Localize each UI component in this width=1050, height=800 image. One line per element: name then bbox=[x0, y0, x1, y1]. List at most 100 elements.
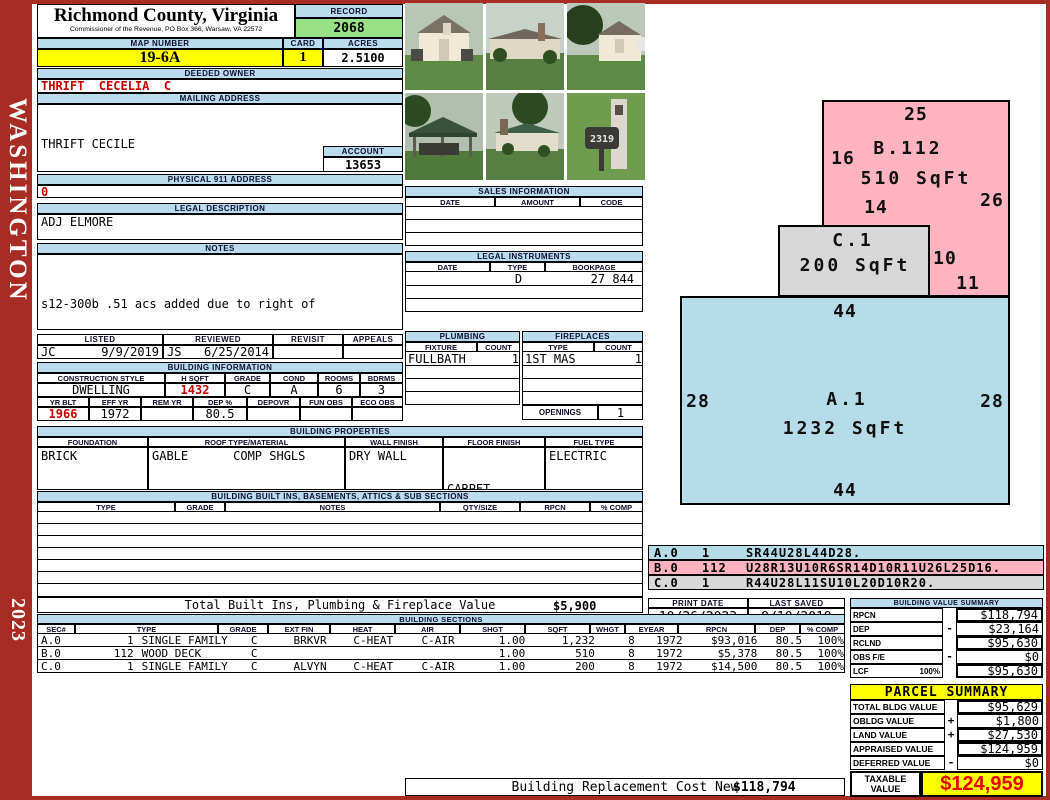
dim-b-right: 26 bbox=[980, 190, 1004, 211]
vector-row-b: B.0 112 U28R13U10R6SR14D10R11U26L25D16. bbox=[648, 560, 1044, 575]
funobs-label: FUN OBS bbox=[300, 397, 352, 407]
parcel-value: $27,530 bbox=[957, 728, 1043, 742]
parcel-label: OBLDG VALUE bbox=[850, 714, 945, 728]
appeals-label: APPEALS bbox=[343, 334, 403, 345]
building-info-values2: 1966 1972 80.5 bbox=[37, 407, 403, 421]
sales-empty-row bbox=[405, 220, 643, 233]
building-section-row: B.0 112 WOOD DECK C 1.00 510 8 1972 $5,3… bbox=[37, 647, 845, 660]
plumbing-empty-row bbox=[405, 379, 520, 392]
fireplace-empty-row bbox=[522, 392, 643, 405]
sketch-b-name: B.112 bbox=[873, 138, 943, 159]
bvs-label: OBS F/E bbox=[850, 650, 943, 664]
bs-rpcn: $5,378 bbox=[717, 646, 758, 660]
fireplaces-label: FIREPLACES bbox=[522, 331, 643, 342]
review-value-row: JC 9/9/2019 JS 6/25/2014 bbox=[37, 345, 403, 359]
sales-information-label: SALES INFORMATION bbox=[405, 186, 643, 197]
built-ins-empty-row bbox=[37, 560, 643, 572]
floor-finish-line: CARPET bbox=[447, 482, 491, 490]
physical-911-value: 0 bbox=[37, 185, 403, 198]
sketch-c-name: C.1 bbox=[832, 230, 874, 251]
fireplace-row: 1ST MAS 1 bbox=[522, 352, 643, 366]
property-photo[interactable] bbox=[486, 3, 564, 90]
fireplace-type-label: TYPE bbox=[522, 342, 594, 352]
parcel-op bbox=[945, 742, 957, 756]
roof-label: ROOF TYPE/MATERIAL bbox=[148, 437, 345, 447]
revisit-value bbox=[273, 345, 343, 359]
effyr-value: 1972 bbox=[89, 407, 141, 421]
parcel-value: $124,959 bbox=[957, 742, 1043, 756]
bvs-row-lcf: LCF 100% $95,630 bbox=[850, 664, 1043, 678]
listed-value: JC 9/9/2019 bbox=[37, 345, 163, 359]
built-ins-grade-label: GRADE bbox=[175, 502, 225, 512]
bs-whgt: 8 bbox=[628, 659, 635, 673]
bs-eyear: 1972 bbox=[656, 659, 683, 673]
building-information-label: BUILDING INFORMATION bbox=[37, 362, 403, 373]
property-photo[interactable] bbox=[567, 3, 645, 90]
bs-type-num: 1 bbox=[127, 633, 134, 647]
sketch-c-sqft: 200 SqFt bbox=[799, 255, 911, 276]
building-sections-label: BUILDING SECTIONS bbox=[37, 614, 845, 624]
plumbing-fixture-value: FULLBATH bbox=[408, 351, 466, 366]
taxable-value: $124,959 bbox=[921, 771, 1043, 797]
reviewed-label: REVIEWED bbox=[163, 334, 273, 345]
dep-value: 80.5 bbox=[193, 407, 247, 421]
vector-row-c: C.0 1 R44U28L11SU10L20D10R20. bbox=[648, 575, 1044, 590]
replacement-cost-label: Building Replacement Cost New bbox=[511, 779, 739, 795]
legal-instrument-empty-row bbox=[405, 299, 643, 312]
yrblt-value: 1966 bbox=[37, 407, 89, 421]
bs-ext: BRKVR bbox=[293, 633, 327, 647]
property-photo[interactable] bbox=[486, 93, 564, 180]
card-label: CARD bbox=[283, 38, 323, 49]
card-value: 1 bbox=[283, 49, 323, 67]
bvs-row-dep: DEP - $23,164 bbox=[850, 622, 1043, 636]
legal-description-label: LEGAL DESCRIPTION bbox=[37, 203, 403, 214]
vector-mult: 1 bbox=[702, 545, 711, 560]
building-info-header1: CONSTRUCTION STYLE H SQFT GRADE COND ROO… bbox=[37, 373, 403, 383]
notes-value: s12-300b .51 acs added due to right of w… bbox=[37, 254, 403, 330]
legal-instruments-header: DATE TYPE BOOKPAGE bbox=[405, 262, 643, 272]
building-value-summary-label: BUILDING VALUE SUMMARY bbox=[850, 598, 1043, 608]
foundation-value: BRICK bbox=[37, 447, 148, 490]
building-section-row: C.0 1 SINGLE FAMILY C ALVYN C-HEAT C-AIR… bbox=[37, 660, 845, 673]
bvs-label: RPCN bbox=[850, 608, 943, 622]
replacement-cost-value: $118,794 bbox=[733, 780, 796, 795]
parcel-value: $95,629 bbox=[957, 700, 1043, 714]
bs-grade: C bbox=[250, 646, 258, 660]
mailbox-photo[interactable]: 2319 bbox=[567, 93, 645, 180]
svg-text:2319: 2319 bbox=[590, 134, 614, 145]
bs-air-label: AIR bbox=[395, 624, 460, 634]
floor-finish-label: FLOOR FINISH bbox=[443, 437, 545, 447]
bs-shgt-label: SHGT bbox=[460, 624, 525, 634]
li-date-value bbox=[406, 272, 491, 285]
effyr-label: EFF YR bbox=[89, 397, 141, 407]
property-photo[interactable] bbox=[405, 93, 483, 180]
map-number-label: MAP NUMBER bbox=[37, 38, 283, 49]
reviewed-by: JS bbox=[167, 345, 182, 359]
bs-sec-label: SEC# bbox=[37, 624, 75, 634]
bvs-value: $23,164 bbox=[956, 622, 1043, 636]
funobs-value bbox=[300, 407, 352, 421]
floor-finish-value: CARPET TILE bbox=[443, 447, 545, 490]
built-ins-empty-row bbox=[37, 512, 643, 524]
wall-finish-label: WALL FINISH bbox=[345, 437, 443, 447]
bs-sec: A.0 bbox=[41, 633, 61, 647]
bs-heat-label: HEAT bbox=[330, 624, 395, 634]
plumbing-header: FIXTURE COUNT bbox=[405, 342, 520, 352]
fireplace-empty-row bbox=[522, 379, 643, 392]
bs-grade: C bbox=[250, 633, 258, 647]
dep-label: DEP % bbox=[193, 397, 247, 407]
bvs-op: - bbox=[946, 622, 953, 635]
remyr-label: REM YR bbox=[141, 397, 193, 407]
parcel-row: DEFERRED VALUE - $0 bbox=[850, 756, 1043, 770]
bs-rpcn-label: RPCN bbox=[678, 624, 755, 634]
account-label: ACCOUNT bbox=[323, 146, 403, 157]
bvs-row-rclnd: RCLND $95,630 bbox=[850, 636, 1043, 650]
vector-path: R44U28L11SU10L20D10R20. bbox=[746, 575, 936, 590]
bs-type: SINGLE FAMILY bbox=[141, 633, 228, 647]
dim-a-bottom: 44 bbox=[833, 480, 857, 501]
building-info-header2: YR BLT EFF YR REM YR DEP % DEPOVR FUN OB… bbox=[37, 397, 403, 407]
bs-air: C-AIR bbox=[421, 633, 455, 647]
plumbing-count-value: 1 bbox=[511, 351, 519, 366]
county-subtitle: Commissioner of the Revenue, PO Box 366,… bbox=[69, 26, 263, 33]
property-photo[interactable] bbox=[405, 3, 483, 90]
